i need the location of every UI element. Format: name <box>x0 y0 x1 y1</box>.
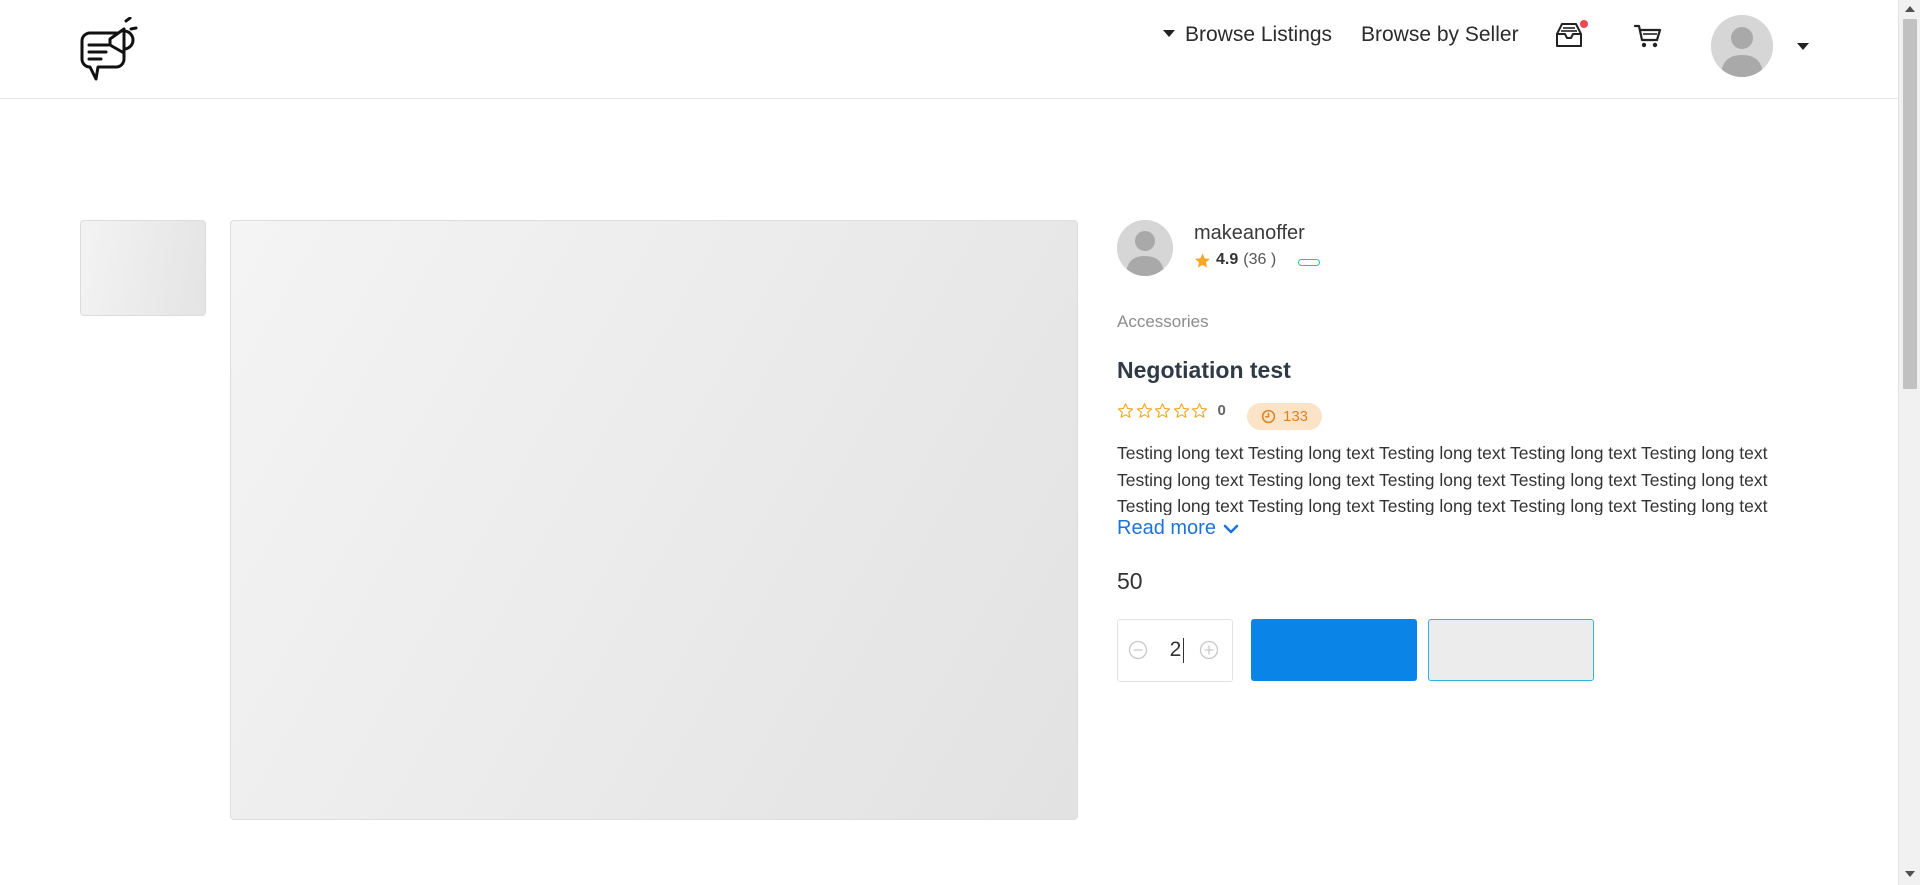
caret-down-icon <box>1163 29 1175 37</box>
quantity-input[interactable] <box>1153 633 1198 667</box>
caret-down-icon[interactable] <box>1797 43 1809 50</box>
site-header: Browse Listings Browse by Seller <box>0 0 1898 99</box>
user-avatar-icon[interactable] <box>1711 15 1773 77</box>
seller-name[interactable]: makeanoffer <box>1194 222 1305 245</box>
time-badge: 133 <box>1247 403 1322 430</box>
chevron-down-icon <box>1223 524 1239 533</box>
listing-main-image[interactable] <box>230 220 1078 820</box>
review-count: 0 <box>1217 402 1226 419</box>
browse-by-seller-link[interactable]: Browse by Seller <box>1361 20 1519 50</box>
listing-description: Testing long text Testing long text Test… <box>1117 443 1768 515</box>
listing-thumbnail[interactable] <box>80 220 206 316</box>
clock-icon <box>1261 409 1276 424</box>
seller-rating: 4.9 (36 ) <box>1194 251 1276 269</box>
primary-action-button[interactable] <box>1251 619 1417 681</box>
seller-avatar[interactable] <box>1117 220 1173 276</box>
text-cursor <box>1183 638 1184 663</box>
megaphone-chat-logo-icon[interactable] <box>76 17 138 81</box>
minus-circle-icon[interactable] <box>1128 640 1148 660</box>
star-outline-icon <box>1117 403 1134 418</box>
scroll-up-icon[interactable] <box>1905 6 1915 12</box>
page-scrollbar[interactable] <box>1898 0 1920 885</box>
quantity-stepper <box>1117 619 1233 682</box>
read-more-label: Read more <box>1117 517 1216 539</box>
star-outline-icon <box>1154 403 1171 418</box>
listing-price: 50 <box>1117 568 1143 594</box>
star-icon <box>1195 252 1210 268</box>
cart-icon[interactable] <box>1633 22 1663 50</box>
listing-star-rating: 0 <box>1117 402 1226 419</box>
listing-title: Negotiation test <box>1117 357 1291 383</box>
read-more-link[interactable]: Read more <box>1117 517 1239 540</box>
plus-circle-icon[interactable] <box>1199 640 1219 660</box>
time-badge-value: 133 <box>1282 408 1309 425</box>
seller-rating-value: 4.9 <box>1216 251 1239 268</box>
scrollbar-thumb[interactable] <box>1903 19 1917 389</box>
seller-badge <box>1298 259 1320 266</box>
seller-rating-count: (36 ) <box>1243 251 1277 268</box>
star-outline-icon <box>1191 403 1208 418</box>
scroll-down-icon[interactable] <box>1905 871 1915 877</box>
star-outline-icon <box>1173 403 1189 418</box>
star-outline-icon <box>1136 403 1152 418</box>
secondary-action-button[interactable] <box>1428 619 1594 681</box>
browse-listings-link[interactable]: Browse Listings <box>1163 20 1332 50</box>
listing-category[interactable]: Accessories <box>1117 312 1209 332</box>
browse-listings-label: Browse Listings <box>1185 23 1333 46</box>
notification-dot <box>1580 20 1588 28</box>
